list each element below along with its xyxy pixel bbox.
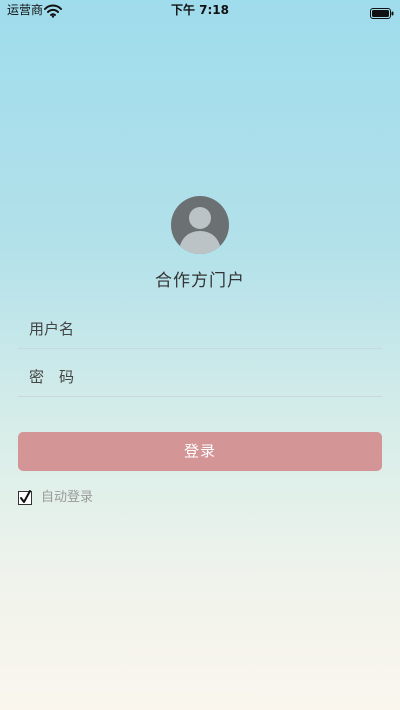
password-label: 密 码: [29, 368, 75, 386]
username-input[interactable]: [98, 316, 372, 344]
page-title: 合作方门户: [155, 271, 245, 291]
password-field[interactable]: 密 码: [18, 356, 382, 397]
login-button[interactable]: 登录: [18, 432, 382, 471]
status-bar: 运营商 下午 7:18: [0, 0, 400, 22]
user-avatar-icon: [171, 196, 229, 254]
username-field[interactable]: 用户名: [18, 308, 382, 349]
battery-icon: [370, 4, 394, 19]
status-time: 下午 7:18: [170, 3, 230, 17]
username-label: 用户名: [29, 320, 75, 338]
checkmark-icon: [20, 490, 31, 503]
password-input[interactable]: [98, 364, 372, 392]
auto-login-checkbox[interactable]: [18, 490, 32, 505]
auto-login-label: 自动登录: [41, 490, 94, 505]
